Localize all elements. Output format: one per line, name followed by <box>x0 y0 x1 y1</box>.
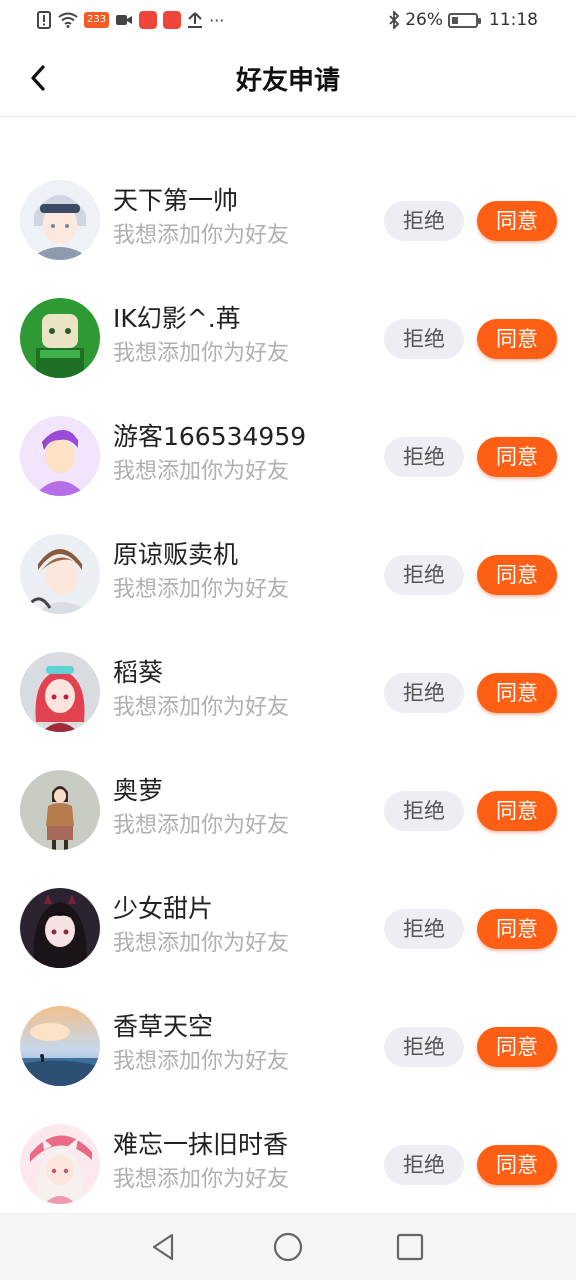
request-message: 我想添加你为好友 <box>113 695 290 720</box>
list-item: 游客166534959 我想添加你为好友 拒绝 同意 <box>0 403 576 521</box>
battery-level <box>452 16 458 24</box>
triangle-back-icon <box>152 1233 174 1261</box>
clock: 11:18 <box>489 10 538 30</box>
status-left: 233 ··· <box>36 8 224 32</box>
requester-name: 稻葵 <box>113 658 164 687</box>
wifi-icon <box>58 12 78 28</box>
request-message: 我想添加你为好友 <box>113 459 290 484</box>
list-item: 香草天空 我想添加你为好友 拒绝 同意 <box>0 993 576 1111</box>
reject-button[interactable]: 拒绝 <box>384 673 464 713</box>
avatar[interactable] <box>20 534 100 614</box>
list-item: 少女甜片 我想添加你为好友 拒绝 同意 <box>0 875 576 993</box>
avatar[interactable] <box>20 1006 100 1086</box>
avatar[interactable] <box>20 888 100 968</box>
list-item: 难忘一抹旧时香 我想添加你为好友 拒绝 同意 <box>0 1111 576 1213</box>
accept-button[interactable]: 同意 <box>477 1145 557 1185</box>
app-badge-icon: 233 <box>84 12 110 28</box>
accept-button[interactable]: 同意 <box>477 555 557 595</box>
list-item: 奥萝 我想添加你为好友 拒绝 同意 <box>0 757 576 875</box>
reject-button[interactable]: 拒绝 <box>384 791 464 831</box>
reject-button[interactable]: 拒绝 <box>384 201 464 241</box>
requester-name: 原谅贩卖机 <box>113 540 239 569</box>
friend-request-list[interactable]: 我想添加你为好友 天下第一帅 我想添加你为好友 拒绝 同意 IK幻影^.苒 我想… <box>0 117 576 1213</box>
requester-name: 奥萝 <box>113 776 164 805</box>
system-nav-bar <box>0 1213 576 1280</box>
reject-button[interactable]: 拒绝 <box>384 437 464 477</box>
status-right: 26% 11:18 <box>388 8 538 32</box>
requester-name: 香草天空 <box>113 1012 214 1041</box>
shopping-app-icon <box>139 11 158 29</box>
reject-button[interactable]: 拒绝 <box>384 1145 464 1185</box>
reject-button[interactable]: 拒绝 <box>384 555 464 595</box>
accept-button[interactable]: 同意 <box>477 437 557 477</box>
bluetooth-icon <box>389 11 400 29</box>
list-item: 稻葵 我想添加你为好友 拒绝 同意 <box>0 639 576 757</box>
circle-home-icon <box>273 1232 303 1262</box>
upload-icon <box>188 12 203 28</box>
avatar[interactable] <box>20 770 100 850</box>
reject-button[interactable]: 拒绝 <box>384 1027 464 1067</box>
accept-button[interactable]: 同意 <box>477 1027 557 1067</box>
accept-button[interactable]: 同意 <box>477 319 557 359</box>
requester-name: IK幻影^.苒 <box>113 304 241 333</box>
alert-icon <box>37 11 51 29</box>
accept-button[interactable]: 同意 <box>477 673 557 713</box>
app-header: 好友申请 <box>0 40 576 117</box>
avatar[interactable] <box>20 416 100 496</box>
battery-icon <box>448 12 481 28</box>
list-item: 天下第一帅 我想添加你为好友 拒绝 同意 <box>0 167 576 285</box>
nav-recents-button[interactable] <box>394 1231 426 1263</box>
avatar[interactable] <box>20 180 100 260</box>
accept-button[interactable]: 同意 <box>477 791 557 831</box>
avatar[interactable] <box>20 1124 100 1204</box>
request-message: 我想添加你为好友 <box>113 223 290 248</box>
requester-name: 游客166534959 <box>113 422 307 451</box>
reject-button[interactable]: 拒绝 <box>384 909 464 949</box>
page-title: 好友申请 <box>235 66 340 96</box>
battery-percent: 26% <box>405 10 443 30</box>
accept-button[interactable]: 同意 <box>477 201 557 241</box>
list-item: 我想添加你为好友 <box>0 117 576 141</box>
more-notifications-icon: ··· <box>209 10 225 30</box>
requester-name: 难忘一抹旧时香 <box>113 1130 289 1159</box>
requester-name: 天下第一帅 <box>113 186 239 215</box>
nav-back-button[interactable] <box>148 1231 180 1263</box>
square-recents-icon <box>396 1233 424 1261</box>
avatar[interactable] <box>20 652 100 732</box>
avatar[interactable] <box>20 298 100 378</box>
reject-button[interactable]: 拒绝 <box>384 319 464 359</box>
list-item: IK幻影^.苒 我想添加你为好友 拒绝 同意 <box>0 285 576 403</box>
request-message: 我想添加你为好友 <box>113 931 290 956</box>
request-message: 我想添加你为好友 <box>113 1167 290 1192</box>
request-message: 我想添加你为好友 <box>113 1049 290 1074</box>
nav-home-button[interactable] <box>272 1231 304 1263</box>
request-message: 我想添加你为好友 <box>113 341 290 366</box>
accept-button[interactable]: 同意 <box>477 909 557 949</box>
shopping-app-icon-2 <box>163 11 182 29</box>
status-bar: 233 ··· 26% 11:18 <box>0 0 576 40</box>
requester-name: 少女甜片 <box>113 894 214 923</box>
request-message: 我想添加你为好友 <box>113 577 290 602</box>
list-item: 原谅贩卖机 我想添加你为好友 拒绝 同意 <box>0 521 576 639</box>
video-icon <box>116 15 133 25</box>
request-message: 我想添加你为好友 <box>113 813 290 838</box>
